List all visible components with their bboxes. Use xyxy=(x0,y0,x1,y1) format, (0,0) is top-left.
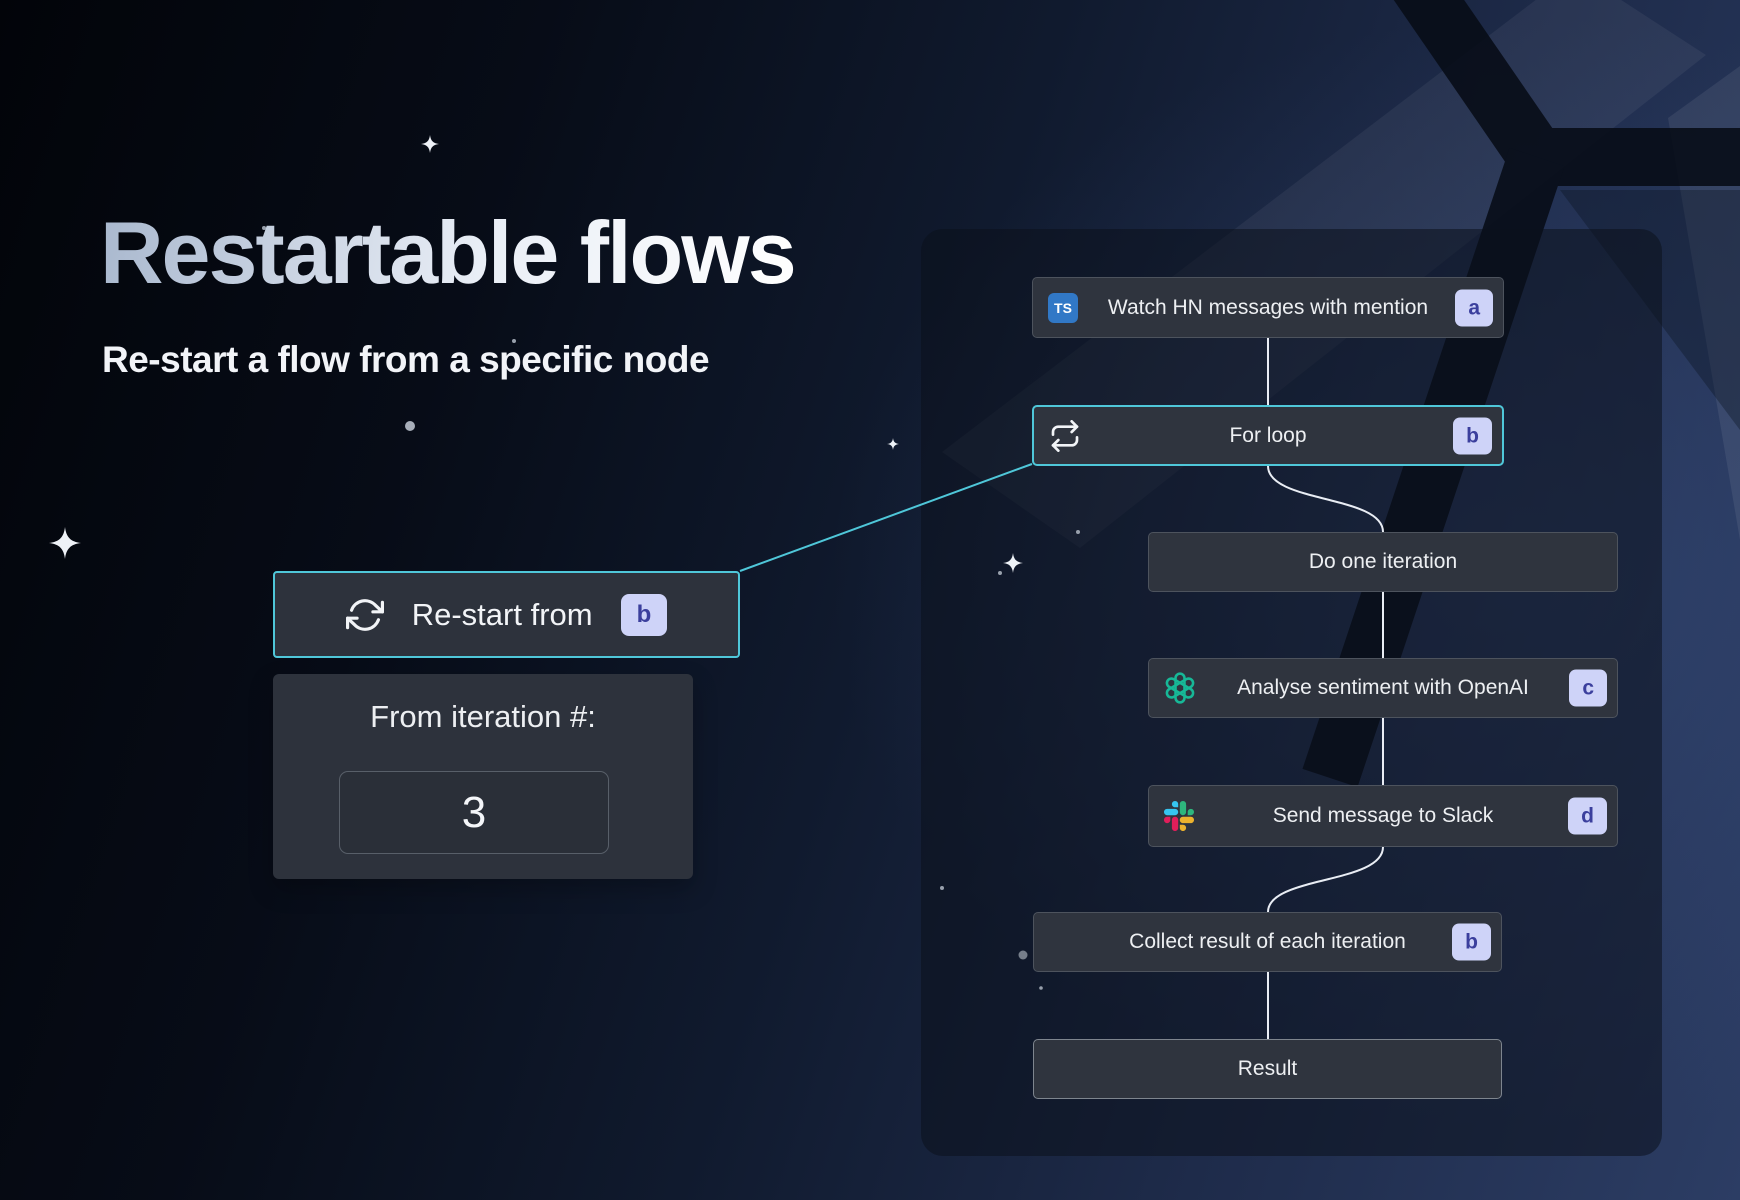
node-analyse-sentiment[interactable]: Analyse sentiment with OpenAI c xyxy=(1148,658,1618,718)
refresh-icon xyxy=(346,596,384,634)
node-label: Analyse sentiment with OpenAI xyxy=(1149,676,1617,700)
node-do-one-iteration[interactable]: Do one iteration xyxy=(1148,532,1618,592)
restart-from-node[interactable]: Re-start from b xyxy=(273,571,740,658)
node-collect-results[interactable]: Collect result of each iteration b xyxy=(1033,912,1502,972)
iteration-label: From iteration #: xyxy=(273,699,693,735)
hero: Restartable flows Re-start a flow from a… xyxy=(100,206,795,381)
node-watch-hn-messages[interactable]: TS Watch HN messages with mention a xyxy=(1032,277,1504,338)
iteration-card: From iteration #: xyxy=(273,674,693,879)
restart-from-label: Re-start from xyxy=(412,597,593,633)
page-title: Restartable flows xyxy=(100,206,795,299)
node-for-loop[interactable]: For loop b xyxy=(1032,405,1504,466)
node-badge: b xyxy=(1453,417,1492,454)
page-subtitle: Re-start a flow from a specific node xyxy=(102,339,795,381)
page: Restartable flows Re-start a flow from a… xyxy=(0,0,1740,1200)
node-result[interactable]: Result xyxy=(1033,1039,1502,1099)
node-label: Send message to Slack xyxy=(1149,804,1617,828)
node-label: Collect result of each iteration xyxy=(1034,930,1501,954)
node-badge: d xyxy=(1568,798,1607,835)
restart-badge: b xyxy=(621,594,668,636)
node-badge: c xyxy=(1569,670,1607,707)
node-label: For loop xyxy=(1034,424,1502,448)
node-label: Result xyxy=(1034,1057,1501,1081)
node-badge: b xyxy=(1452,924,1491,961)
node-badge: a xyxy=(1455,289,1493,326)
iteration-number-input[interactable] xyxy=(339,771,609,854)
node-label: Do one iteration xyxy=(1149,550,1617,574)
node-label: Watch HN messages with mention xyxy=(1033,296,1503,320)
node-send-slack[interactable]: Send message to Slack d xyxy=(1148,785,1618,847)
